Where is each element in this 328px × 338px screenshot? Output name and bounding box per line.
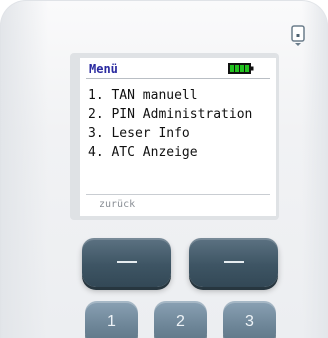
display-screen: Menü 1. TAN manuell 2. PIN Administratio… (80, 58, 276, 216)
menu-item-pin-administration[interactable]: 2. PIN Administration (88, 105, 252, 124)
left-softkey-button[interactable] (82, 238, 171, 287)
screen-title: Menü (89, 62, 118, 76)
key-3-button[interactable]: 3 (223, 301, 276, 338)
key-2-button[interactable]: 2 (154, 301, 207, 338)
screen-title-divider (86, 78, 270, 79)
menu-item-leser-info[interactable]: 3. Leser Info (88, 124, 252, 143)
key-1-button[interactable]: 1 (85, 301, 138, 338)
screen-footer-divider (86, 194, 270, 195)
menu-list: 1. TAN manuell 2. PIN Administration 3. … (88, 86, 252, 162)
tan-generator-device: Menü 1. TAN manuell 2. PIN Administratio… (0, 0, 328, 338)
battery-icon (228, 63, 254, 74)
dash-icon (117, 261, 137, 263)
menu-item-tan-manuell[interactable]: 1. TAN manuell (88, 86, 252, 105)
dash-icon (224, 261, 244, 263)
right-softkey-button[interactable] (189, 238, 278, 287)
menu-item-atc-anzeige[interactable]: 4. ATC Anzeige (88, 143, 252, 162)
card-slot-icon (291, 25, 305, 46)
back-softkey-label: zurück (99, 199, 136, 210)
